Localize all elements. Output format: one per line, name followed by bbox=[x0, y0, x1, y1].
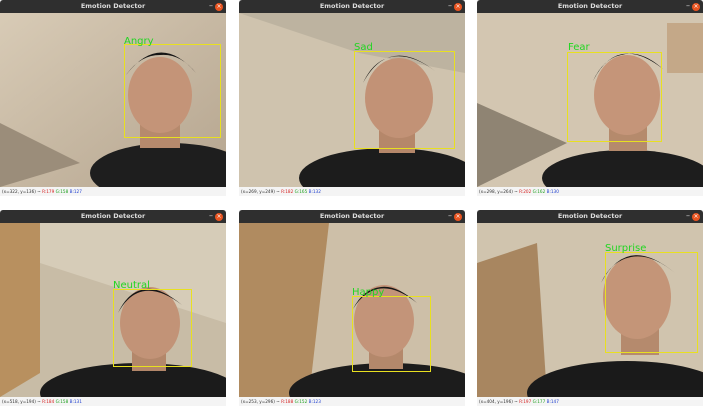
minimize-icon[interactable]: – bbox=[686, 210, 690, 223]
minimize-icon[interactable]: – bbox=[686, 0, 690, 13]
camera-feed: Neutral bbox=[0, 223, 226, 397]
minimize-icon[interactable]: – bbox=[209, 0, 213, 13]
cursor-coords: (x=269, y=249) ~ bbox=[241, 189, 280, 194]
cursor-coords: (x=298, y=264) ~ bbox=[479, 189, 518, 194]
status-bar: (x=518, y=194) ~ R:184 G:158 B:131 bbox=[0, 397, 226, 406]
close-icon[interactable]: × bbox=[454, 212, 462, 221]
pixel-green: G:162 bbox=[532, 189, 546, 194]
title-bar[interactable]: Emotion Detector – × bbox=[0, 210, 226, 223]
title-bar[interactable]: Emotion Detector – × bbox=[239, 210, 465, 223]
window-title: Emotion Detector bbox=[319, 212, 385, 220]
status-bar: (x=253, y=296) ~ R:188 G:152 B:123 bbox=[239, 397, 465, 406]
pixel-red: R:184 bbox=[42, 399, 55, 404]
pixel-red: R:197 bbox=[519, 399, 532, 404]
emotion-label: Sad bbox=[354, 42, 373, 53]
face-bounding-box bbox=[113, 289, 192, 367]
camera-feed: Surprise bbox=[477, 223, 703, 397]
face-bounding-box bbox=[605, 252, 698, 353]
pixel-blue: B:132 bbox=[308, 189, 321, 194]
emotion-label: Happy bbox=[352, 287, 385, 298]
face-bounding-box bbox=[352, 296, 431, 372]
title-bar[interactable]: Emotion Detector – × bbox=[0, 0, 226, 13]
camera-feed: Happy bbox=[239, 223, 465, 397]
camera-feed: Angry bbox=[0, 13, 226, 187]
minimize-icon[interactable]: – bbox=[448, 0, 452, 13]
face-bounding-box bbox=[354, 51, 455, 149]
status-bar: (x=298, y=264) ~ R:202 G:162 B:130 bbox=[477, 187, 703, 196]
close-icon[interactable]: × bbox=[215, 212, 223, 221]
emotion-window-3: Emotion Detector – × Fear (x=298, y=264)… bbox=[477, 0, 703, 196]
emotion-window-4: Emotion Detector – × Neutral (x=518, y=1… bbox=[0, 210, 226, 406]
minimize-icon[interactable]: – bbox=[448, 210, 452, 223]
cursor-coords: (x=518, y=194) ~ bbox=[2, 399, 41, 404]
emotion-label: Neutral bbox=[113, 280, 150, 291]
emotion-label: Angry bbox=[124, 36, 154, 47]
status-bar: (x=269, y=249) ~ R:182 G:165 B:132 bbox=[239, 187, 465, 196]
pixel-green: G:158 bbox=[55, 189, 69, 194]
emotion-window-5: Emotion Detector – × Happy (x=253, y=296… bbox=[239, 210, 465, 406]
pixel-blue: B:130 bbox=[546, 189, 559, 194]
status-bar: (x=404, y=196) ~ R:197 G:177 B:147 bbox=[477, 397, 703, 406]
window-title: Emotion Detector bbox=[80, 212, 146, 220]
pixel-red: R:182 bbox=[281, 189, 294, 194]
face-bounding-box bbox=[567, 52, 662, 142]
emotion-window-2: Emotion Detector – × Sad (x=269, y=249) … bbox=[239, 0, 465, 196]
window-title: Emotion Detector bbox=[319, 2, 385, 10]
emotion-window-6: Emotion Detector – × Surprise (x=404, y=… bbox=[477, 210, 703, 406]
pixel-blue: B:123 bbox=[308, 399, 321, 404]
close-icon[interactable]: × bbox=[454, 2, 462, 11]
pixel-blue: B:131 bbox=[69, 399, 82, 404]
camera-feed: Sad bbox=[239, 13, 465, 187]
pixel-blue: B:127 bbox=[69, 189, 82, 194]
window-title: Emotion Detector bbox=[557, 2, 623, 10]
window-title: Emotion Detector bbox=[557, 212, 623, 220]
pixel-green: G:152 bbox=[294, 399, 308, 404]
close-icon[interactable]: × bbox=[215, 2, 223, 11]
pixel-green: G:158 bbox=[55, 399, 69, 404]
pixel-blue: B:147 bbox=[546, 399, 559, 404]
window-title: Emotion Detector bbox=[80, 2, 146, 10]
title-bar[interactable]: Emotion Detector – × bbox=[477, 210, 703, 223]
cursor-coords: (x=253, y=296) ~ bbox=[241, 399, 280, 404]
cursor-coords: (x=322, y=136) ~ bbox=[2, 189, 41, 194]
close-icon[interactable]: × bbox=[692, 212, 700, 221]
title-bar[interactable]: Emotion Detector – × bbox=[477, 0, 703, 13]
title-bar[interactable]: Emotion Detector – × bbox=[239, 0, 465, 13]
status-bar: (x=322, y=136) ~ R:179 G:158 B:127 bbox=[0, 187, 226, 196]
pixel-green: G:165 bbox=[294, 189, 308, 194]
pixel-red: R:179 bbox=[42, 189, 55, 194]
cursor-coords: (x=404, y=196) ~ bbox=[479, 399, 518, 404]
emotion-window-1: Emotion Detector – × Angry (x=322, y=136… bbox=[0, 0, 226, 196]
pixel-red: R:202 bbox=[519, 189, 532, 194]
camera-feed: Fear bbox=[477, 13, 703, 187]
pixel-green: G:177 bbox=[532, 399, 546, 404]
close-icon[interactable]: × bbox=[692, 2, 700, 11]
face-bounding-box bbox=[124, 44, 221, 138]
minimize-icon[interactable]: – bbox=[209, 210, 213, 223]
emotion-label: Surprise bbox=[605, 243, 647, 254]
emotion-label: Fear bbox=[568, 42, 590, 53]
pixel-red: R:188 bbox=[281, 399, 294, 404]
